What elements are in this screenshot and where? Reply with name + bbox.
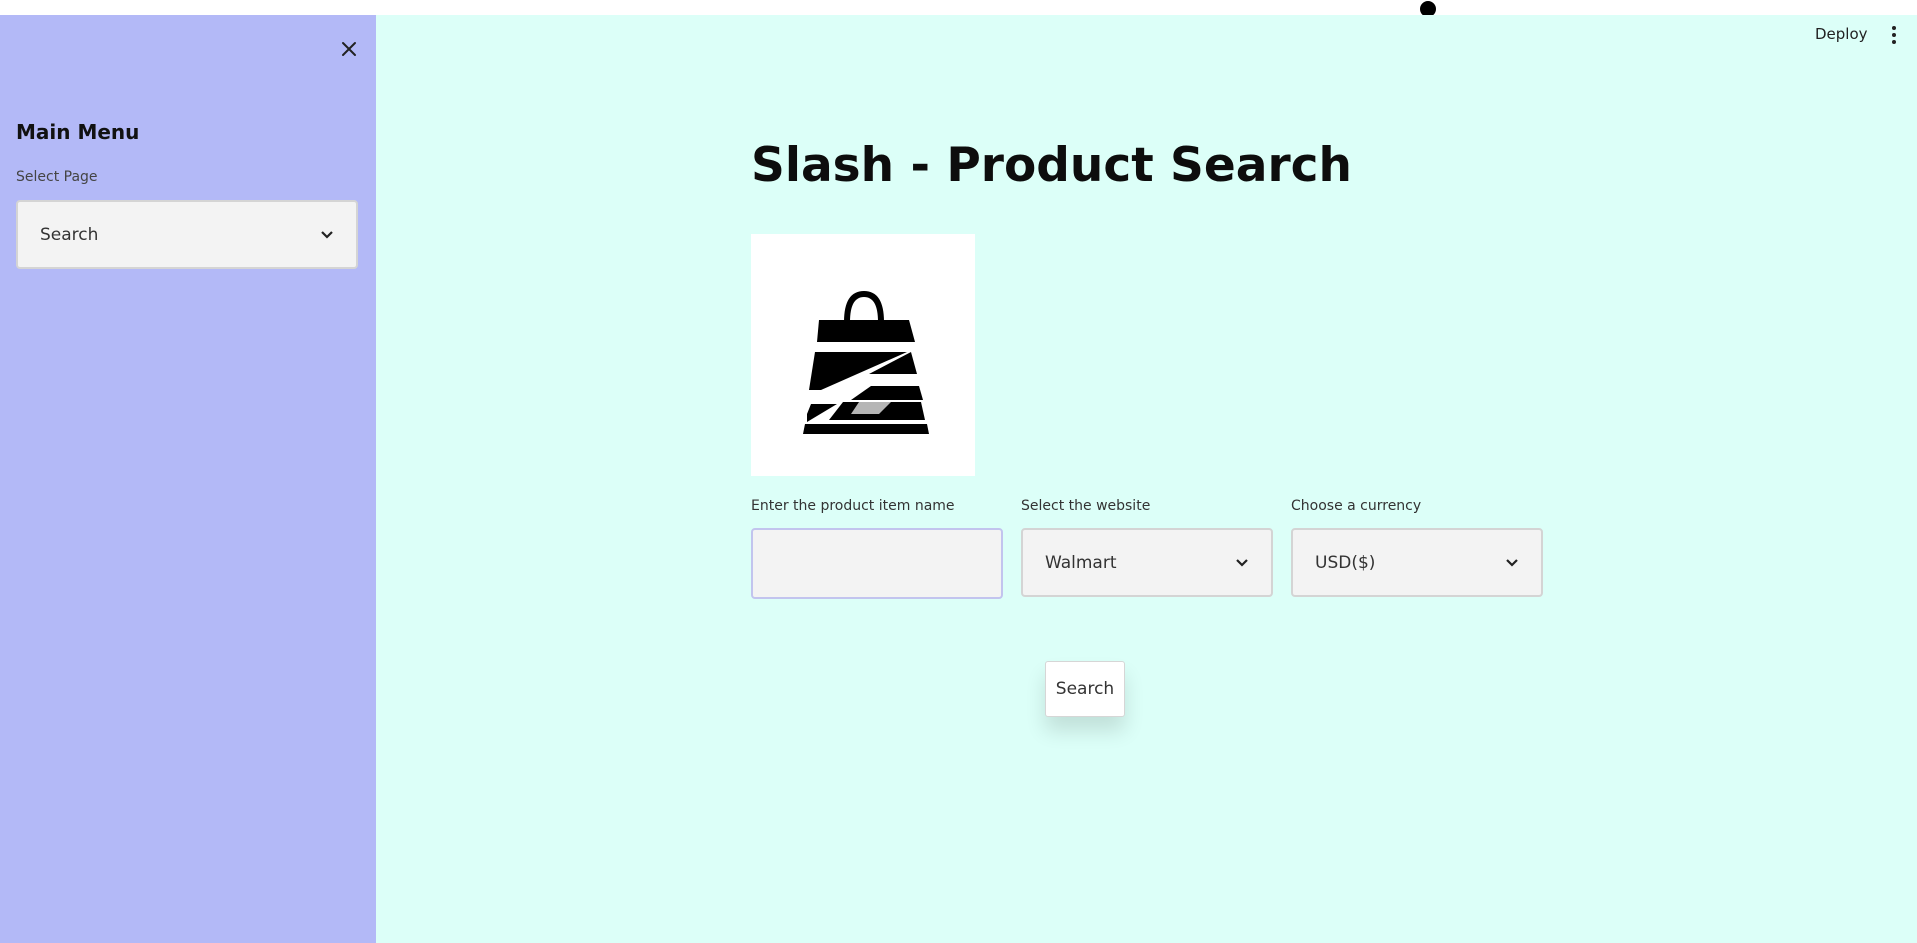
top-strip xyxy=(0,0,1917,15)
slash-logo xyxy=(751,234,975,476)
select-page-value: Search xyxy=(40,224,99,245)
website-select-value: Walmart xyxy=(1045,552,1117,573)
currency-select[interactable]: USD($) xyxy=(1291,528,1543,597)
sidebar xyxy=(0,15,376,943)
chevron-down-icon xyxy=(1506,558,1518,567)
search-button[interactable]: Search xyxy=(1045,661,1125,717)
website-select[interactable]: Walmart xyxy=(1021,528,1273,597)
select-page-label: Select Page xyxy=(16,169,98,185)
product-name-input[interactable] xyxy=(751,528,1003,599)
page-title: Slash - Product Search xyxy=(751,138,1352,193)
shopping-bag-logo-icon xyxy=(803,290,929,434)
sidebar-title: Main Menu xyxy=(16,120,140,144)
close-icon xyxy=(342,42,356,56)
close-sidebar-button[interactable] xyxy=(337,37,361,61)
website-label: Select the website xyxy=(1021,498,1151,514)
select-page-dropdown[interactable]: Search xyxy=(16,200,358,269)
chevron-down-icon xyxy=(321,230,333,239)
product-name-label: Enter the product item name xyxy=(751,498,955,514)
deploy-button[interactable]: Deploy xyxy=(1815,25,1868,43)
more-options-icon[interactable] xyxy=(1884,24,1904,46)
currency-select-value: USD($) xyxy=(1315,552,1376,573)
chevron-down-icon xyxy=(1236,558,1248,567)
currency-label: Choose a currency xyxy=(1291,498,1422,514)
